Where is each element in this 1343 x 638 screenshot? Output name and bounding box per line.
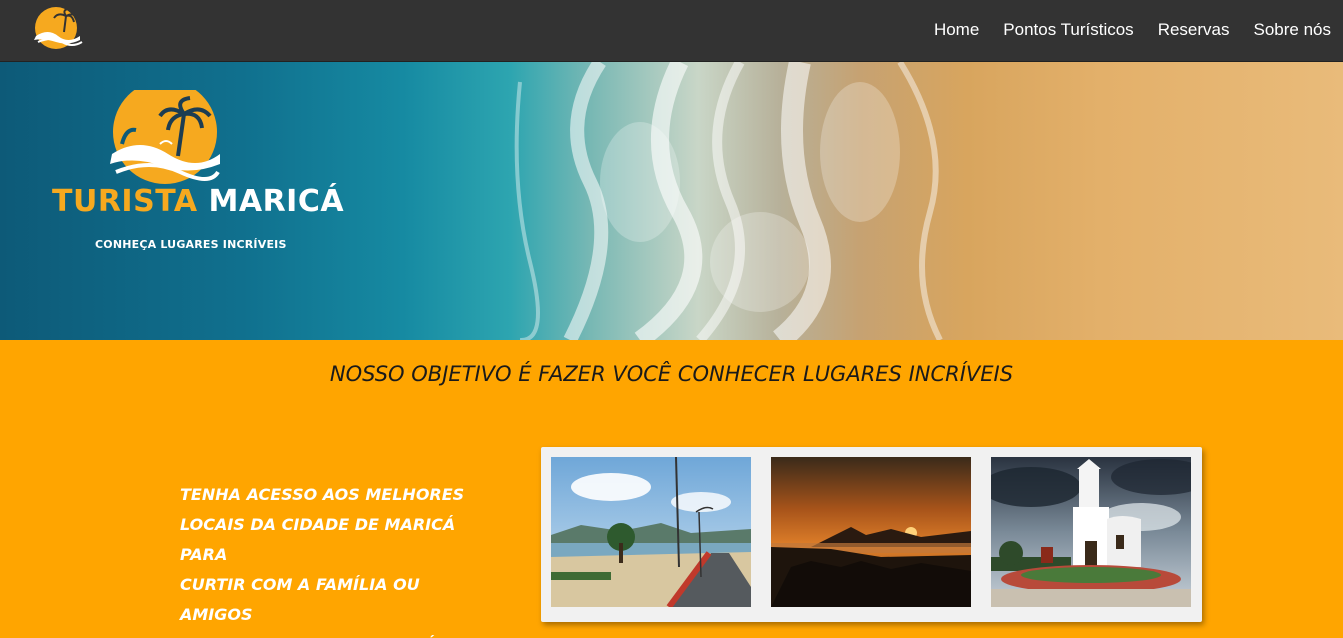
navbar: Home Pontos Turísticos Reservas Sobre nó… — [0, 0, 1343, 62]
nav-sobre-nos[interactable]: Sobre nós — [1254, 20, 1332, 40]
beach-boardwalk-photo[interactable] — [551, 457, 751, 607]
nav-home[interactable]: Home — [934, 20, 979, 40]
promo-line: TENHA ACESSO AOS MELHORES — [180, 485, 465, 504]
nav-links: Home Pontos Turísticos Reservas Sobre nó… — [910, 20, 1331, 40]
photo-gallery — [541, 447, 1202, 622]
promo-line: CURTIR COM A FAMÍLIA OU AMIGOS — [180, 575, 420, 624]
hero-tagline: CONHEÇA LUGARES INCRÍVEIS — [95, 238, 287, 251]
page-headline: NOSSO OBJETIVO É FAZER VOCÊ CONHECER LUG… — [329, 362, 1014, 386]
beach-logo-icon[interactable] — [28, 6, 86, 52]
promo-line: PELO MELHOR PREÇO POSSÍVEL. — [180, 630, 480, 638]
sunset-photo[interactable] — [771, 457, 971, 607]
hero-brand-title: TURISTA MARICÁ — [52, 184, 344, 219]
promo-text: TENHA ACESSO AOS MELHORES LOCAIS DA CIDA… — [180, 480, 480, 638]
promo-line: LOCAIS DA CIDADE DE MARICÁ PARA — [180, 515, 456, 564]
brand-marica: MARICÁ — [208, 184, 345, 219]
nav-pontos-turisticos[interactable]: Pontos Turísticos — [1003, 20, 1133, 40]
hero-banner: TURISTA MARICÁ CONHEÇA LUGARES INCRÍVEIS — [0, 62, 1343, 340]
brand-turista: TURISTA — [52, 184, 198, 219]
church-photo[interactable] — [991, 457, 1191, 607]
nav-reservas[interactable]: Reservas — [1158, 20, 1230, 40]
